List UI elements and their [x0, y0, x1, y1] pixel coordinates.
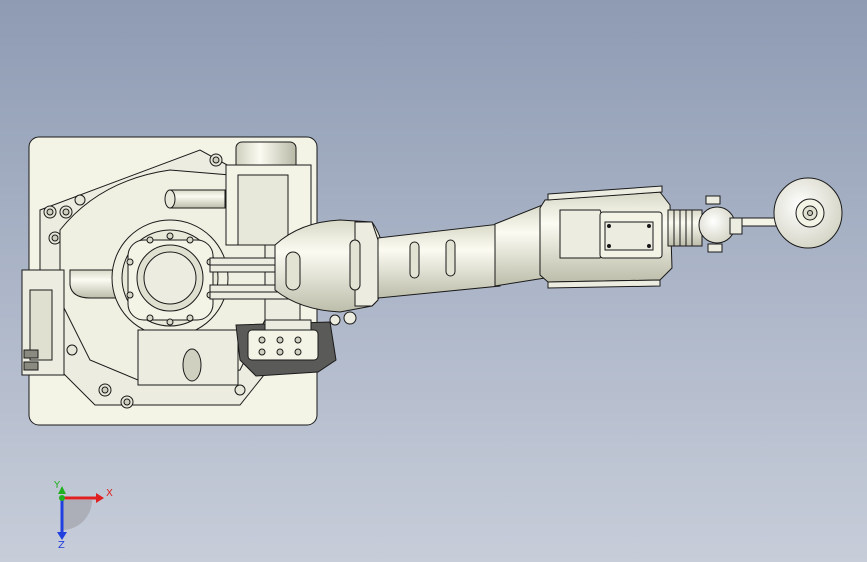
z-axis-label: Z	[58, 540, 65, 550]
triad-plane-icon	[62, 500, 92, 530]
y-axis-arrow-icon	[59, 495, 65, 501]
upper-arm[interactable]	[274, 203, 561, 326]
forearm-housing[interactable]	[539, 185, 673, 289]
y-axis-label: Y	[53, 480, 61, 491]
wrist-assembly[interactable]	[667, 195, 783, 253]
orientation-triad: X Y Z	[40, 480, 120, 551]
j2-motor[interactable]	[235, 319, 337, 377]
x-axis-label: X	[106, 488, 113, 499]
cad-viewport[interactable]: X Y Z	[0, 0, 867, 562]
tool-flange[interactable]	[773, 177, 843, 249]
robot-arm-model[interactable]	[0, 0, 867, 562]
